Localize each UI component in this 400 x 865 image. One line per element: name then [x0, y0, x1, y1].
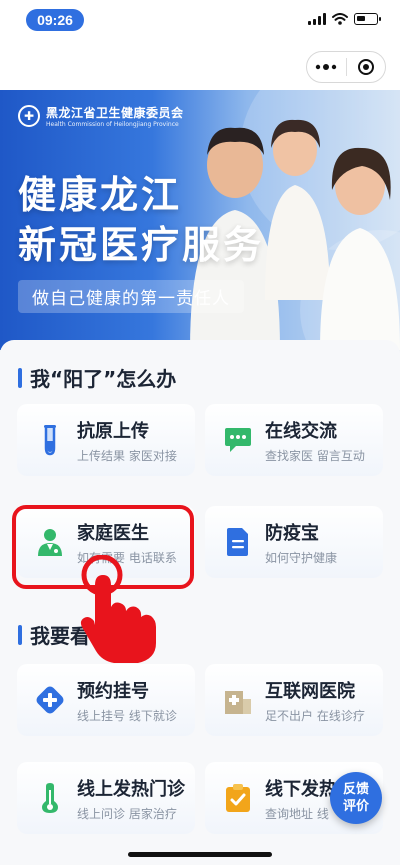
clipboard-check-icon: [221, 781, 255, 815]
card-title: 预约挂号: [77, 680, 149, 702]
status-bar: 09:26: [0, 0, 400, 44]
card-subtitle: 查找家医 留言互动: [265, 448, 365, 463]
feedback-label-line1: 反馈: [342, 782, 369, 797]
test-tube-icon: [33, 423, 67, 457]
more-options-button[interactable]: [307, 52, 346, 82]
card-internet-hospital[interactable]: 互联网医院 足不出户 在线诊疗: [205, 664, 383, 736]
battery-icon: [354, 13, 381, 25]
system-icons: [308, 13, 381, 25]
close-miniprogram-button[interactable]: [347, 52, 386, 82]
org-name-cn: 黑龙江省卫生健康委员会: [46, 106, 184, 120]
health-commission-logo-icon: ✚: [18, 105, 40, 127]
mini-program-nav: [0, 44, 400, 90]
card-subtitle: 上传结果 家医对接: [77, 448, 177, 463]
card-title: 线下发热: [265, 778, 337, 800]
card-title: 线上发热门诊: [77, 778, 185, 800]
card-epidemic-guide[interactable]: 防疫宝 如何守护健康: [205, 506, 383, 578]
card-appointment[interactable]: 预约挂号 线上挂号 线下就诊: [17, 664, 195, 736]
card-subtitle: 线上问诊 居家治疗: [77, 806, 177, 821]
feedback-button[interactable]: 反馈 评价: [330, 772, 382, 824]
card-subtitle: 如何守护健康: [265, 550, 338, 565]
org-name-en: Health Commission of Heilongjiang Provin…: [46, 121, 179, 128]
card-subtitle: 查询地址 线: [265, 806, 329, 821]
card-title: 抗原上传: [77, 420, 149, 442]
chat-bubble-icon: [221, 423, 255, 457]
card-title: 防疫宝: [265, 522, 319, 544]
plus-cross-icon: [33, 683, 67, 717]
banner-title-line2: 新冠医疗服务: [18, 223, 265, 267]
status-time: 09:26: [26, 9, 84, 31]
card-title: 在线交流: [265, 420, 337, 442]
card-subtitle: 足不出户 在线诊疗: [265, 708, 365, 723]
card-online-chat[interactable]: 在线交流 查找家医 留言互动: [205, 404, 383, 476]
document-icon: [221, 525, 255, 559]
tap-hand-icon: [80, 555, 156, 663]
capsule-menu: [306, 51, 386, 83]
thermometer-icon: [33, 781, 67, 815]
card-online-fever-clinic[interactable]: 线上发热门诊 线上问诊 居家治疗: [17, 762, 195, 834]
banner-slogan: 做自己健康的第一责任人: [18, 280, 244, 313]
hero-banner: ✚ 黑龙江省卫生健康委员会 Health Commission of Heilo…: [0, 90, 400, 350]
hospital-icon: [221, 683, 255, 717]
more-dots-icon: [316, 64, 337, 70]
cellular-signal-icon: [308, 13, 326, 25]
card-subtitle: 线上挂号 线下就诊: [77, 708, 177, 723]
feedback-label-line2: 评价: [342, 799, 369, 814]
section-title-text: 我“阳了”怎么办: [30, 367, 177, 391]
organization-logo-row: ✚ 黑龙江省卫生健康委员会 Health Commission of Heilo…: [18, 104, 184, 128]
card-title: 互联网医院: [265, 680, 355, 702]
card-antigen-upload[interactable]: 抗原上传 上传结果 家医对接: [17, 404, 195, 476]
home-indicator[interactable]: [128, 852, 272, 857]
wifi-icon: [332, 13, 348, 25]
section-title-positive: 我“阳了”怎么办: [18, 363, 176, 392]
banner-title-line1: 健康龙江: [18, 173, 183, 217]
target-circle-icon: [357, 59, 374, 75]
